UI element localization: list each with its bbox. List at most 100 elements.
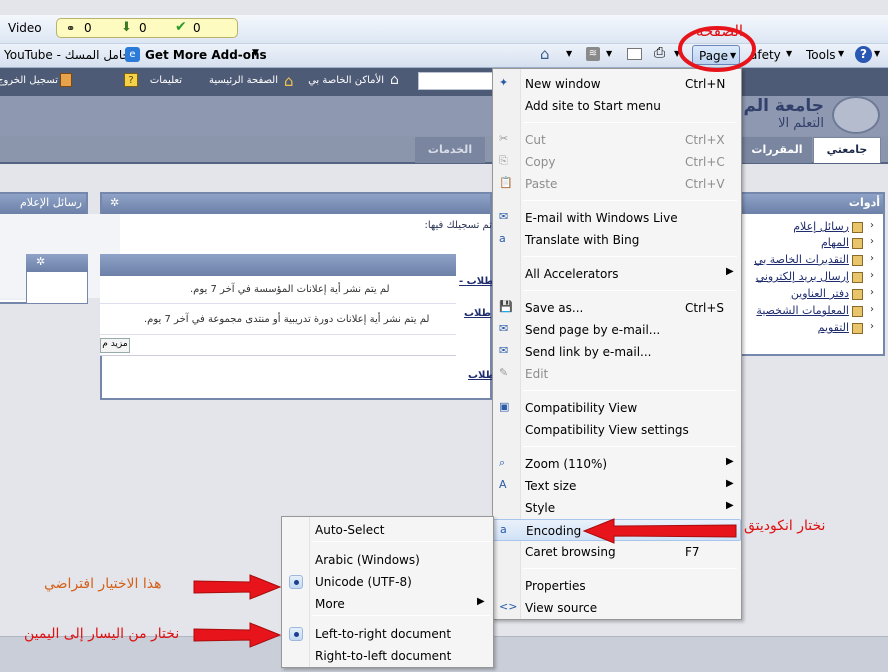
menu-item-send-page-email[interactable]: ✉ Send page by e-mail... bbox=[493, 319, 741, 341]
tools-menu-button[interactable]: Tools bbox=[806, 48, 836, 62]
menu-item-label: New window bbox=[525, 77, 601, 91]
favorite-youtube[interactable]: YouTube - حامل المسك bbox=[4, 48, 130, 62]
tools-item[interactable]: › دفتر العناوين bbox=[742, 287, 883, 303]
view-source-icon: <> bbox=[499, 600, 518, 613]
tab-my-university[interactable]: جامعتي bbox=[813, 137, 881, 163]
menu-item-compatibility-view-settings[interactable]: Compatibility View settings bbox=[493, 419, 741, 441]
tools-item[interactable]: › إرسال بريد إلكتروني bbox=[742, 270, 883, 286]
tab-courses[interactable]: المقررات ال bbox=[742, 137, 812, 180]
menu-item-label: View source bbox=[525, 601, 598, 615]
annotation-direction: نختار من اليسار إلى اليمين bbox=[24, 626, 180, 642]
annotation-encoding: نختار انكوديتق bbox=[744, 518, 826, 534]
chevron-right-icon: › bbox=[870, 304, 874, 315]
site-tabs: الخدمات المقررات ال جامعتي bbox=[0, 136, 888, 180]
student-link[interactable]: طلاب bbox=[464, 308, 491, 319]
user-name-box bbox=[418, 72, 494, 90]
highlight-circle bbox=[678, 26, 756, 72]
new-window-icon: ✦ bbox=[499, 76, 509, 89]
home-icon[interactable]: ⌂ bbox=[540, 45, 550, 63]
menu-item-label: Properties bbox=[525, 579, 586, 593]
tab-services[interactable]: الخدمات bbox=[415, 137, 485, 163]
logout-link[interactable]: تسجيل الخروج bbox=[0, 75, 58, 86]
clipboard-icon: 📋 bbox=[499, 176, 513, 189]
tools-item[interactable]: › التقويم bbox=[742, 321, 883, 337]
menu-item-add-to-start-menu[interactable]: Add site to Start menu bbox=[493, 95, 741, 117]
menu-separator bbox=[312, 541, 490, 542]
inner-mini-header: ✲ bbox=[26, 254, 88, 272]
help-link[interactable]: تعليمات bbox=[140, 75, 182, 86]
menu-item-edit: ✎ Edit bbox=[493, 363, 741, 385]
menu-item-email-windows-live[interactable]: ✉ E-mail with Windows Live bbox=[493, 207, 741, 229]
menu-item-new-window[interactable]: ✦ New window Ctrl+N bbox=[493, 73, 741, 95]
home-link[interactable]: الصفحة الرئيسية bbox=[194, 75, 278, 86]
tools-item-label: التقديرات الخاصة بي bbox=[754, 253, 849, 266]
menu-item-label: Text size bbox=[525, 479, 577, 493]
courses-header: تم تسجيلك فيها: bbox=[424, 220, 492, 231]
tools-item[interactable]: › رسائل إعلام bbox=[742, 220, 883, 236]
print-icon[interactable]: ⎙ bbox=[654, 45, 665, 61]
menu-item-label: Style bbox=[525, 501, 556, 515]
home-icon: ⌂ bbox=[284, 72, 294, 90]
menu-item-all-accelerators[interactable]: All Accelerators ▶ bbox=[493, 263, 741, 285]
submenu-item-right-to-left[interactable]: Right-to-left document bbox=[282, 645, 493, 667]
tools-item-label: دفتر العناوين bbox=[790, 287, 849, 300]
chevron-down-icon[interactable]: ▼ bbox=[606, 49, 612, 58]
help-icon[interactable]: ? bbox=[855, 46, 872, 63]
chevron-right-icon: ▶ bbox=[726, 478, 734, 489]
menu-item-cut: ✂ Cut Ctrl+X bbox=[493, 129, 741, 151]
menu-item-zoom[interactable]: ⌕ Zoom (110%) ▶ bbox=[493, 453, 741, 475]
menu-item-view-source[interactable]: <> View source bbox=[493, 597, 741, 619]
menu-item-compatibility-view[interactable]: ▣ Compatibility View bbox=[493, 397, 741, 419]
more-button[interactable]: مزيد م bbox=[100, 338, 130, 353]
menu-item-send-link-email[interactable]: ✉ Send link by e-mail... bbox=[493, 341, 741, 363]
menu-item-shortcut: Ctrl+V bbox=[685, 177, 725, 191]
submenu-item-left-to-right[interactable]: Left-to-right document bbox=[282, 623, 493, 645]
chevron-down-icon[interactable]: ▼ bbox=[838, 49, 844, 58]
chevron-down-icon[interactable]: ▼ bbox=[786, 49, 792, 58]
tools-item-label: إرسال بريد إلكتروني bbox=[755, 270, 849, 283]
tool-icon bbox=[852, 306, 863, 317]
menu-item-label: Send page by e-mail... bbox=[525, 323, 661, 337]
notice-institution: لم يتم نشر أية إعلانات المؤسسة في آخر 7 … bbox=[190, 284, 390, 295]
menu-item-translate-bing[interactable]: a Translate with Bing bbox=[493, 229, 741, 251]
tools-item[interactable]: › المعلومات الشخصية bbox=[742, 304, 883, 320]
menu-separator bbox=[523, 256, 737, 257]
chevron-down-icon[interactable]: ▼ bbox=[252, 48, 259, 58]
menu-item-text-size[interactable]: A Text size ▶ bbox=[493, 475, 741, 497]
links-icon: ⚭ bbox=[66, 22, 76, 35]
tools-item[interactable]: › التقديرات الخاصة بي bbox=[742, 253, 883, 269]
read-mail-icon[interactable] bbox=[627, 48, 642, 60]
feeds-icon[interactable]: ≋ bbox=[586, 47, 600, 61]
tools-item[interactable]: › المهام bbox=[742, 236, 883, 252]
notices-body: لم يتم نشر أية إعلانات المؤسسة في آخر 7 … bbox=[100, 276, 456, 356]
video-link[interactable]: Video bbox=[0, 19, 44, 39]
places-icon: ⌂ bbox=[390, 72, 399, 88]
text-size-icon: A bbox=[499, 478, 507, 491]
tools-panel: أدوات › رسائل إعلام › المهام › التقديرات الخا… bbox=[740, 192, 885, 356]
menu-item-properties[interactable]: Properties bbox=[493, 575, 741, 597]
tool-icon bbox=[852, 222, 863, 233]
site-title: جامعة الم bbox=[744, 96, 824, 116]
submenu-item-more[interactable]: More ▶ bbox=[282, 593, 493, 615]
menu-item-label: Caret browsing bbox=[525, 545, 616, 559]
chevron-right-icon: › bbox=[870, 253, 874, 264]
tool-icon bbox=[852, 255, 863, 266]
submenu-item-auto-select[interactable]: Auto-Select bbox=[282, 519, 493, 541]
chevron-down-icon[interactable]: ▼ bbox=[566, 49, 572, 58]
gear-icon[interactable]: ✲ bbox=[36, 255, 45, 268]
menu-item-save-as[interactable]: 💾 Save as... Ctrl+S bbox=[493, 297, 741, 319]
chevron-down-icon[interactable]: ▼ bbox=[874, 49, 880, 58]
student-link[interactable]: - طلاب bbox=[459, 276, 494, 287]
submenu-item-label: Unicode (UTF-8) bbox=[315, 575, 412, 589]
zoom-icon: ⌕ bbox=[499, 456, 506, 469]
gear-icon[interactable]: ✲ bbox=[110, 196, 119, 209]
get-addons-button[interactable]: Get More Add-ons bbox=[145, 48, 267, 62]
submenu-item-unicode-utf8[interactable]: Unicode (UTF-8) bbox=[282, 571, 493, 593]
submenu-item-arabic-windows[interactable]: Arabic (Windows) bbox=[282, 549, 493, 571]
my-places-link[interactable]: الأماكن الخاصة بي bbox=[306, 75, 384, 86]
student-link[interactable]: طلاب bbox=[468, 370, 495, 381]
menu-item-label: Cut bbox=[525, 133, 546, 147]
divider bbox=[100, 334, 456, 335]
badge-count: 0 bbox=[193, 21, 201, 35]
tool-icon bbox=[852, 323, 863, 334]
